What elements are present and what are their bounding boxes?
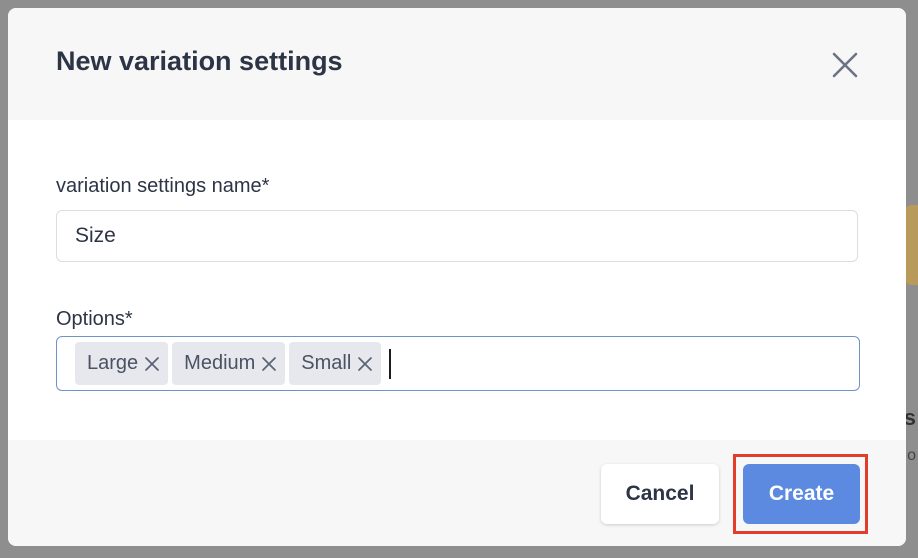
close-icon <box>145 356 160 371</box>
option-tag: Large <box>75 342 169 385</box>
dialog-body: variation settings name* Options* Large … <box>8 120 906 440</box>
cancel-button[interactable]: Cancel <box>601 464 719 524</box>
options-field-label: Options* <box>56 308 133 330</box>
dialog-footer: Cancel Create <box>8 440 906 546</box>
option-tag: Medium <box>172 342 286 385</box>
option-tag-label: Small <box>301 352 352 374</box>
remove-tag-button[interactable] <box>144 356 160 372</box>
backdrop-text: o <box>907 447 916 464</box>
remove-tag-button[interactable] <box>357 356 373 372</box>
variation-settings-dialog: New variation settings variation setting… <box>8 8 906 546</box>
close-button[interactable] <box>828 48 862 82</box>
close-icon <box>262 356 277 371</box>
close-icon <box>358 356 373 371</box>
option-tag-label: Large <box>87 352 139 374</box>
create-button[interactable]: Create <box>743 464 860 524</box>
name-field-label: variation settings name* <box>56 175 270 197</box>
text-cursor <box>389 348 392 379</box>
remove-tag-button[interactable] <box>261 356 277 372</box>
option-tag: Small <box>289 342 382 385</box>
backdrop-decoration <box>904 205 918 285</box>
options-tags-input[interactable]: Large Medium Small <box>56 336 860 391</box>
variation-name-input[interactable] <box>56 210 858 262</box>
dialog-header: New variation settings <box>8 8 906 120</box>
close-icon <box>832 52 858 78</box>
dialog-title: New variation settings <box>56 46 343 76</box>
option-tag-label: Medium <box>184 352 256 374</box>
